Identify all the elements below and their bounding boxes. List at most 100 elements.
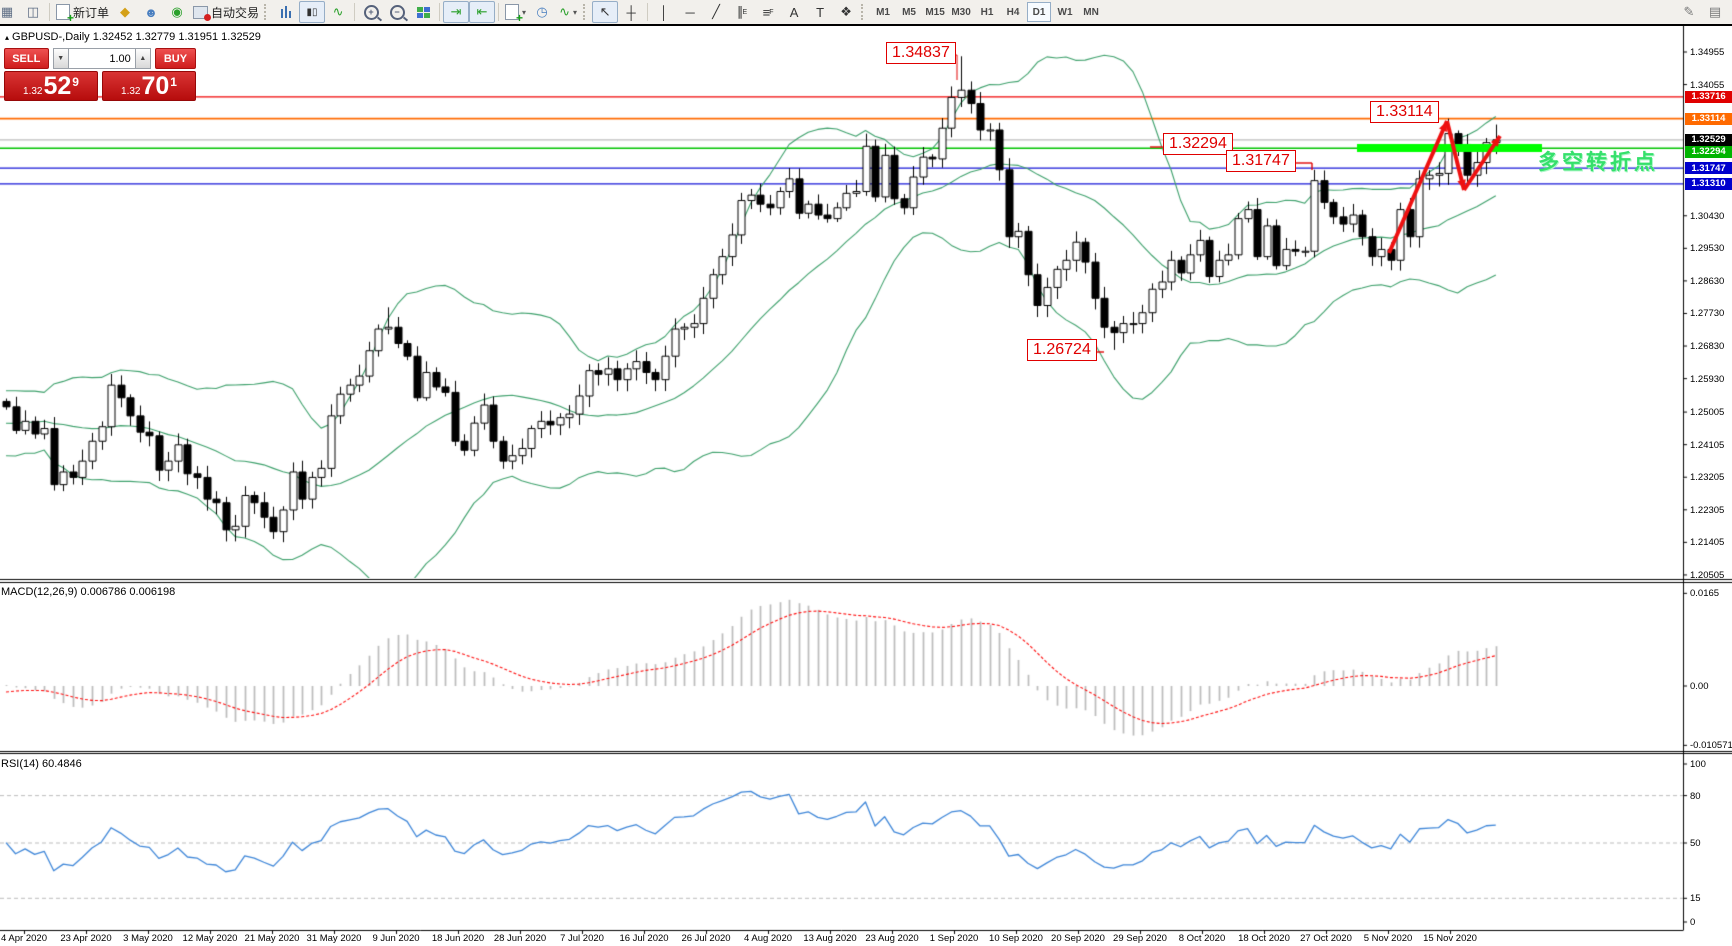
price-axis-label: 1.34055 [1690, 80, 1724, 91]
drawing-tools-group: │─╱∥E≡FAT❖ [651, 1, 859, 23]
volume-down-button[interactable]: ▼ [53, 48, 69, 69]
date-axis-label: 4 Aug 2020 [744, 933, 792, 944]
macd-label: MACD(12,26,9) 0.006786 0.006198 [1, 586, 175, 598]
sell-price-panel[interactable]: 1.32529 [4, 71, 98, 101]
price-callout-label[interactable]: 1.32294 [1163, 133, 1233, 155]
price-axis-label: 1.29530 [1690, 243, 1724, 254]
timeframe-button-h4[interactable]: H4 [1001, 2, 1025, 22]
trendline-tool-icon[interactable]: ╱ [703, 1, 729, 23]
rsi-axis-label: 15 [1690, 893, 1701, 904]
date-axis-label: 21 May 2020 [245, 933, 300, 944]
price-axis-label: 1.21405 [1690, 537, 1724, 548]
text-label-tool-icon[interactable]: T [807, 1, 833, 23]
text-tool-icon[interactable]: A [781, 1, 807, 23]
price-badge: 1.32294 [1685, 146, 1732, 158]
date-axis-label: 23 Apr 2020 [60, 933, 111, 944]
autotrading-label: 自动交易 [211, 4, 259, 21]
chart-window-icon[interactable]: ▦ [0, 1, 20, 23]
rsi-label: RSI(14) 60.4846 [1, 758, 82, 770]
chart-window: ▴GBPUSD-,Daily 1.32452 1.32779 1.31951 1… [0, 26, 1732, 946]
zoom-out-icon[interactable]: − [384, 1, 410, 23]
price-axis-label: 1.25930 [1690, 374, 1724, 385]
date-axis-label: 20 Sep 2020 [1051, 933, 1105, 944]
rsi-axis-label: 50 [1690, 838, 1701, 849]
date-axis-label: 12 May 2020 [183, 933, 238, 944]
page-icon[interactable]: ▤ [1702, 1, 1728, 23]
timeframe-button-m30[interactable]: M30 [949, 2, 973, 22]
community-icon[interactable]: ☻ [138, 1, 164, 23]
strategy-tester-icon[interactable]: ◫ [20, 1, 46, 23]
bar-chart-mode-icon[interactable] [273, 1, 299, 23]
buy-price-panel[interactable]: 1.32701 [102, 71, 196, 101]
timeframe-button-m1[interactable]: M1 [871, 2, 895, 22]
caret-up-icon: ▲ [139, 55, 146, 62]
new-template-button[interactable]: ▾ [502, 1, 529, 23]
signals-icon[interactable]: ◉ [164, 1, 190, 23]
price-badge: 1.33716 [1685, 91, 1732, 103]
timeframe-button-mn[interactable]: MN [1079, 2, 1103, 22]
sell-button[interactable]: SELL [4, 48, 49, 69]
new-order-label: 新订单 [73, 4, 109, 21]
timeframe-button-d1[interactable]: D1 [1027, 2, 1051, 22]
indicators-button[interactable]: ∿ ▾ [555, 1, 581, 23]
mql5-market-icon[interactable]: ◆ [112, 1, 138, 23]
date-axis-label: 23 Aug 2020 [865, 933, 918, 944]
price-badge: 1.32529 [1685, 134, 1732, 146]
timeframe-button-h1[interactable]: H1 [975, 2, 999, 22]
timeframe-button-m5[interactable]: M5 [897, 2, 921, 22]
price-callout-label[interactable]: 1.34837 [886, 42, 956, 64]
date-axis-label: 13 Aug 2020 [803, 933, 856, 944]
price-axis-label: 1.34955 [1690, 47, 1724, 58]
timeframe-button-w1[interactable]: W1 [1053, 2, 1077, 22]
timeframe-button-m15[interactable]: M15 [923, 2, 947, 22]
date-axis-label: 15 Nov 2020 [1423, 933, 1477, 944]
date-axis-label: 5 Nov 2020 [1364, 933, 1413, 944]
price-callout-label[interactable]: 1.33114 [1370, 101, 1439, 123]
auto-scroll-icon[interactable]: ⇤ [469, 1, 495, 23]
candlestick-mode-icon[interactable]: ▮▯ [299, 1, 325, 23]
vertical-line-tool-icon[interactable]: │ [651, 1, 677, 23]
date-axis-label: 31 May 2020 [307, 933, 362, 944]
zoom-in-icon[interactable]: + [358, 1, 384, 23]
price-callout-label[interactable]: 1.31747 [1226, 150, 1296, 172]
rsi-axis-label: 0 [1690, 917, 1695, 928]
price-callout-label[interactable]: 1.26724 [1027, 339, 1097, 361]
equidistant-channel-tool-icon[interactable]: ∥E [729, 1, 755, 23]
date-axis-label: 18 Jun 2020 [432, 933, 484, 944]
price-axis-label: 1.27730 [1690, 308, 1724, 319]
crosshair-tool-icon[interactable]: ┼ [618, 1, 644, 23]
macd-axis-label: 0.00 [1690, 681, 1709, 692]
macd-axis-label: 0.0165 [1690, 588, 1719, 599]
autotrading-button[interactable]: 自动交易 [190, 1, 262, 23]
collapse-triangle-icon[interactable]: ▴ [5, 33, 9, 42]
template-icon [505, 4, 519, 20]
indicators-icon: ∿ [559, 4, 570, 20]
price-axis-label: 1.22305 [1690, 505, 1724, 516]
fibonacci-tool-icon[interactable]: ≡F [755, 1, 781, 23]
line-chart-mode-icon[interactable]: ∿ [325, 1, 351, 23]
price-axis-label: 1.26830 [1690, 341, 1724, 352]
horizontal-line-tool-icon[interactable]: ─ [677, 1, 703, 23]
buy-button[interactable]: BUY [155, 48, 196, 69]
period-clock-icon[interactable]: ◷ [529, 1, 555, 23]
date-axis-label: 10 Sep 2020 [989, 933, 1043, 944]
date-axis-label: 27 Oct 2020 [1300, 933, 1352, 944]
price-badge: 1.33114 [1685, 113, 1732, 125]
tile-windows-icon[interactable] [410, 1, 436, 23]
volume-up-button[interactable]: ▲ [135, 48, 151, 69]
one-click-trading-panel: SELL ▼ ▲ BUY 1.32529 1.32701 [4, 48, 196, 101]
cn-annotation[interactable]: 多空转折点 [1538, 146, 1658, 176]
autotrading-icon [193, 6, 208, 19]
arrows-tool-icon[interactable]: ❖ [833, 1, 859, 23]
rsi-axis-label: 100 [1690, 759, 1706, 770]
cursor-tool-icon[interactable]: ↖ [592, 1, 618, 23]
chart-shift-icon[interactable]: ⇥ [443, 1, 469, 23]
indicators-dropdown-icon[interactable]: ▾ [573, 8, 577, 17]
new-order-button[interactable]: 新订单 [53, 1, 112, 23]
main-chart-canvas[interactable] [0, 26, 1732, 946]
pencil-icon[interactable]: ✎ [1676, 1, 1702, 23]
macd-axis-label: -0.010571 [1690, 740, 1732, 751]
price-axis-label: 1.24105 [1690, 440, 1724, 451]
date-axis-label: 1 Sep 2020 [930, 933, 979, 944]
volume-input[interactable] [69, 48, 135, 69]
